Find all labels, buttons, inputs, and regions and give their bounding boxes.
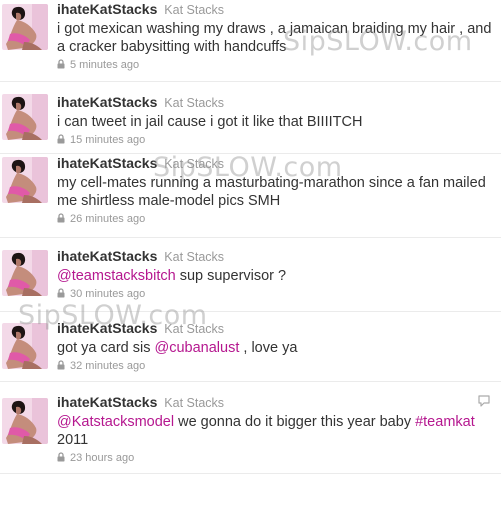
tweet-item: ihateKatStacks Kat Stacks my cell-mates … [0, 154, 501, 238]
screen-name[interactable]: ihateKatStacks [57, 248, 157, 264]
tweet-header: ihateKatStacks Kat Stacks [57, 248, 493, 265]
reply-icon[interactable] [477, 394, 491, 412]
timestamp[interactable]: 5 minutes ago [70, 59, 139, 71]
tweet-text: i got mexican washing my draws , a jamai… [57, 20, 493, 56]
timestamp[interactable]: 32 minutes ago [70, 360, 145, 372]
screen-name[interactable]: ihateKatStacks [57, 394, 157, 410]
timestamp[interactable]: 26 minutes ago [70, 213, 145, 225]
lock-icon [57, 59, 65, 73]
full-name: Kat Stacks [164, 250, 225, 264]
tweet-item: ihateKatStacks Kat Stacks i got mexican … [0, 0, 501, 82]
tweet-meta: 26 minutes ago [57, 213, 493, 227]
tweet-header: ihateKatStacks Kat Stacks [57, 155, 493, 172]
tweet-text: @teamstacksbitch sup supervisor ? [57, 267, 493, 285]
mention-link[interactable]: @teamstacksbitch [57, 268, 176, 284]
tweet-text-segment: we gonna do it bigger this year baby [174, 414, 416, 430]
avatar[interactable] [2, 398, 48, 444]
tweet-text-segment: my cell-mates running a masturbating-mar… [57, 175, 486, 209]
full-name: Kat Stacks [164, 322, 225, 336]
tweet-item: ihateKatStacks Kat Stacks got ya card si… [0, 312, 501, 382]
tweet-text: @Katstacksmodel we gonna do it bigger th… [57, 413, 493, 449]
tweet-text: i can tweet in jail cause i got it like … [57, 113, 493, 131]
tweet-text-segment: got ya card sis [57, 340, 155, 356]
tweet-header: ihateKatStacks Kat Stacks [57, 1, 493, 18]
tweet-text: my cell-mates running a masturbating-mar… [57, 174, 493, 210]
tweet-item: ihateKatStacks Kat Stacks @Katstacksmode… [0, 382, 501, 474]
mention-link[interactable]: @Katstacksmodel [57, 414, 174, 430]
avatar[interactable] [2, 4, 48, 50]
lock-icon [57, 360, 65, 374]
tweet-text-segment: i can tweet in jail cause i got it like … [57, 114, 363, 130]
timestamp[interactable]: 30 minutes ago [70, 288, 145, 300]
tweet-text: got ya card sis @cubanalust , love ya [57, 339, 493, 357]
tweet-header: ihateKatStacks Kat Stacks [57, 320, 493, 337]
full-name: Kat Stacks [164, 3, 225, 17]
hashtag-link[interactable]: #teamkat [415, 414, 475, 430]
lock-icon [57, 452, 65, 466]
avatar[interactable] [2, 94, 48, 140]
tweet-text-segment: i got mexican washing my draws , a jamai… [57, 21, 492, 55]
screen-name[interactable]: ihateKatStacks [57, 320, 157, 336]
full-name: Kat Stacks [164, 396, 225, 410]
tweet-meta: 5 minutes ago [57, 59, 493, 73]
tweet-text-segment: sup supervisor ? [175, 268, 287, 284]
tweet-text-segment: , love ya [239, 340, 298, 356]
tweet-text-segment: 2011 [57, 432, 89, 448]
timestamp[interactable]: 15 minutes ago [70, 134, 145, 146]
avatar[interactable] [2, 323, 48, 369]
tweet-meta: 15 minutes ago [57, 134, 493, 148]
tweet-header: ihateKatStacks Kat Stacks [57, 94, 493, 111]
screen-name[interactable]: ihateKatStacks [57, 1, 157, 17]
screen-name[interactable]: ihateKatStacks [57, 155, 157, 171]
tweet-header: ihateKatStacks Kat Stacks [57, 394, 493, 411]
avatar[interactable] [2, 250, 48, 296]
mention-link[interactable]: @cubanalust [155, 340, 240, 356]
tweet-meta: 23 hours ago [57, 452, 493, 466]
lock-icon [57, 213, 65, 227]
full-name: Kat Stacks [164, 96, 225, 110]
timestamp[interactable]: 23 hours ago [70, 452, 134, 464]
tweet-item: ihateKatStacks Kat Stacks i can tweet in… [0, 82, 501, 154]
full-name: Kat Stacks [164, 157, 225, 171]
avatar[interactable] [2, 157, 48, 203]
tweet-meta: 30 minutes ago [57, 288, 493, 302]
tweet-meta: 32 minutes ago [57, 360, 493, 374]
lock-icon [57, 134, 65, 148]
lock-icon [57, 288, 65, 302]
tweet-item: ihateKatStacks Kat Stacks @teamstacksbit… [0, 238, 501, 312]
screen-name[interactable]: ihateKatStacks [57, 94, 157, 110]
